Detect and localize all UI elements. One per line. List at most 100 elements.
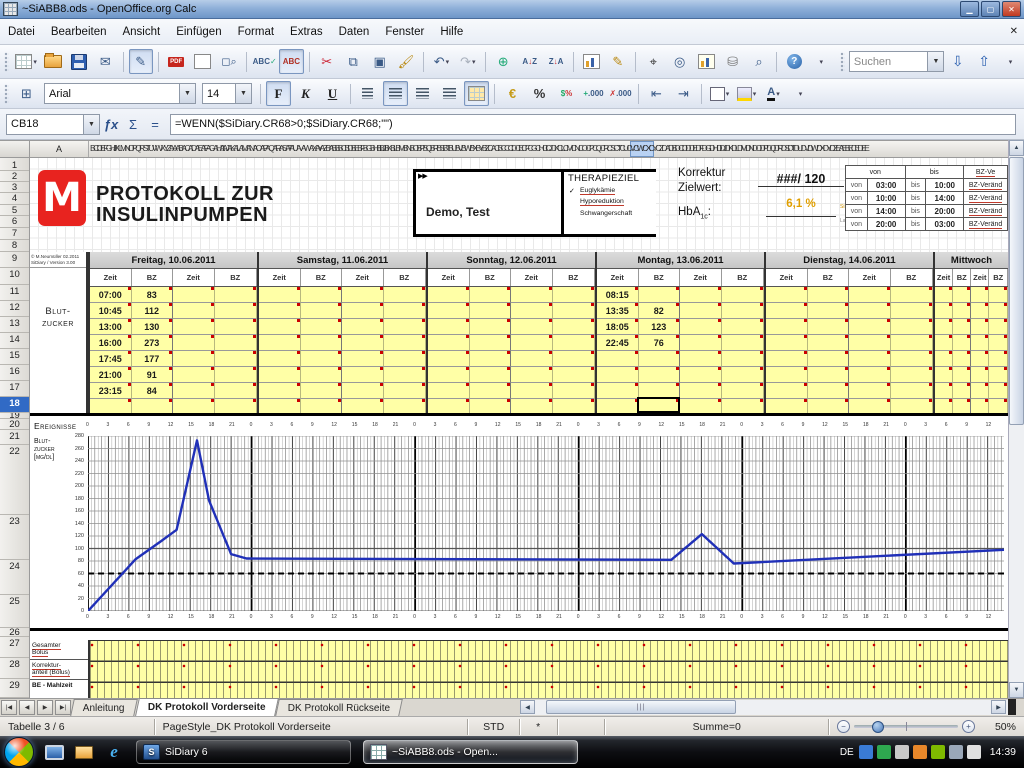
formula-input[interactable]: =WENN($SiDiary.CR68>0;$SiDiary.CR68;"") (170, 114, 1016, 135)
row-header-23[interactable]: 23 (0, 515, 29, 560)
row-header-7[interactable]: 7 (0, 228, 29, 240)
bz-cell[interactable] (891, 367, 933, 383)
bz-cell[interactable] (722, 351, 764, 367)
bz-cell[interactable] (891, 335, 933, 351)
page-preview-icon[interactable]: ◻⌕ (217, 49, 241, 74)
menu-item-datei[interactable]: Datei (0, 23, 43, 41)
bz-cell[interactable] (722, 287, 764, 303)
column-letters[interactable]: BCDEFGHIJKLMNOPQRSTUVWXYZAAABACADAEAFAGA… (90, 143, 1004, 153)
bz-cell[interactable] (953, 287, 971, 303)
bz-cell[interactable] (511, 319, 553, 335)
bz-cell[interactable] (342, 367, 384, 383)
bz-cell[interactable] (301, 335, 343, 351)
menu-item-ansicht[interactable]: Ansicht (114, 23, 168, 41)
bz-cell[interactable] (766, 303, 808, 319)
bz-cell[interactable] (989, 367, 1008, 383)
volume-icon[interactable] (967, 745, 981, 759)
bz-cell[interactable] (553, 319, 595, 335)
bz-cell[interactable] (953, 335, 971, 351)
draw-functions-icon[interactable]: ✎ (606, 49, 630, 74)
bz-cell[interactable] (891, 303, 933, 319)
hyperlink-icon[interactable]: ⊕ (491, 49, 515, 74)
row-header-13[interactable]: 13 (0, 317, 29, 333)
bz-cell[interactable] (935, 303, 953, 319)
bz-cell[interactable] (953, 367, 971, 383)
edit-mode-icon[interactable]: ✎ (129, 49, 153, 74)
bz-cell[interactable] (342, 399, 384, 413)
bz-cell[interactable] (766, 287, 808, 303)
scroll-up-icon[interactable]: ▲ (1009, 140, 1024, 156)
day-header[interactable]: Dienstag, 14.06.2011 (766, 252, 933, 269)
bis-time[interactable]: 03:00 (926, 218, 964, 231)
bz-cell[interactable] (384, 399, 426, 413)
explorer-icon[interactable] (74, 742, 94, 762)
sheet-tab-2[interactable]: DK Protokoll Vorderseite (135, 698, 278, 716)
patient-name[interactable]: Demo, Test (426, 205, 490, 219)
von-time[interactable]: 10:00 (867, 192, 905, 205)
copy-icon[interactable]: ⧉ (341, 49, 365, 74)
von-time[interactable]: 14:00 (867, 205, 905, 218)
bz-cell[interactable] (849, 383, 891, 399)
bz-cell[interactable] (891, 399, 933, 413)
cut-icon[interactable]: ✂ (315, 49, 339, 74)
bz-cell[interactable] (722, 335, 764, 351)
bz-cell[interactable] (891, 383, 933, 399)
italic-icon[interactable]: K (293, 81, 318, 106)
search-input[interactable]: Suchen▼ (849, 51, 945, 72)
function-wizard-icon[interactable]: ƒx (100, 114, 122, 134)
formatting-more-icon[interactable]: ▾ (788, 81, 813, 106)
find-up-icon[interactable]: ⇧ (972, 49, 996, 74)
next-sheet-icon[interactable]: ▶ (37, 700, 53, 715)
bz-cell[interactable] (553, 399, 595, 413)
bz-cell[interactable] (989, 399, 1008, 413)
bz-cell[interactable] (722, 399, 764, 413)
background-color-icon[interactable]: ▾ (734, 81, 759, 106)
sort-ascending-icon[interactable]: A↓Z (517, 49, 541, 74)
bz-cell[interactable] (971, 399, 989, 413)
sheet-tab-3[interactable]: DK Protokoll Rückseite (276, 699, 404, 716)
undo-icon[interactable]: ↶▾ (429, 49, 453, 74)
bz-cell[interactable]: 23:15 (90, 383, 132, 399)
bz-cell[interactable] (680, 367, 722, 383)
find-down-icon[interactable]: ⇩ (945, 49, 969, 74)
bz-cell[interactable] (384, 383, 426, 399)
bz-cell[interactable] (935, 287, 953, 303)
bz-cell[interactable]: 07:00 (90, 287, 132, 303)
vertical-scrollbar[interactable]: ▲ ▼ (1008, 140, 1024, 698)
bz-cell[interactable] (935, 399, 953, 413)
row-header-5[interactable]: 5 (0, 205, 29, 216)
bz-cell[interactable] (989, 303, 1008, 319)
bz-cell[interactable] (342, 287, 384, 303)
bz-cell[interactable] (428, 319, 470, 335)
update-icon[interactable] (913, 745, 927, 759)
bz-cell[interactable] (766, 399, 808, 413)
align-left-icon[interactable] (356, 81, 381, 106)
bz-cell[interactable] (680, 383, 722, 399)
font-size-dropdown-icon[interactable]: ▼ (235, 84, 251, 103)
menu-item-format[interactable]: Format (230, 23, 282, 41)
bz-cell[interactable] (511, 287, 553, 303)
bz-cell[interactable] (384, 303, 426, 319)
bz-cell[interactable] (470, 383, 512, 399)
bz-cell[interactable] (935, 335, 953, 351)
bz-cell[interactable] (470, 351, 512, 367)
bz-veraenderung-link[interactable]: BZ-Veränd (964, 218, 1008, 231)
bz-cell[interactable] (553, 351, 595, 367)
show-desktop-icon[interactable] (44, 742, 64, 762)
menu-item-extras[interactable]: Extras (282, 23, 331, 41)
bz-cell[interactable] (891, 287, 933, 303)
taskbar-button-2[interactable]: ~SiABB8.ods - Open... (363, 740, 578, 764)
font-name-combo[interactable]: Arial▼ (44, 83, 196, 104)
bz-cell[interactable] (259, 287, 301, 303)
bz-cell[interactable] (971, 303, 989, 319)
bz-cell[interactable] (971, 335, 989, 351)
bz-cell[interactable] (259, 319, 301, 335)
navigator-icon[interactable]: ◎ (667, 49, 691, 74)
row-header-21[interactable]: 21 (0, 430, 29, 445)
bz-cell[interactable] (173, 367, 215, 383)
bz-cell[interactable] (428, 303, 470, 319)
bz-cell[interactable] (808, 383, 850, 399)
therapy-option-1[interactable]: Euglykämie✓ (580, 187, 615, 195)
bz-cell[interactable] (215, 335, 257, 351)
bz-cell[interactable] (470, 303, 512, 319)
